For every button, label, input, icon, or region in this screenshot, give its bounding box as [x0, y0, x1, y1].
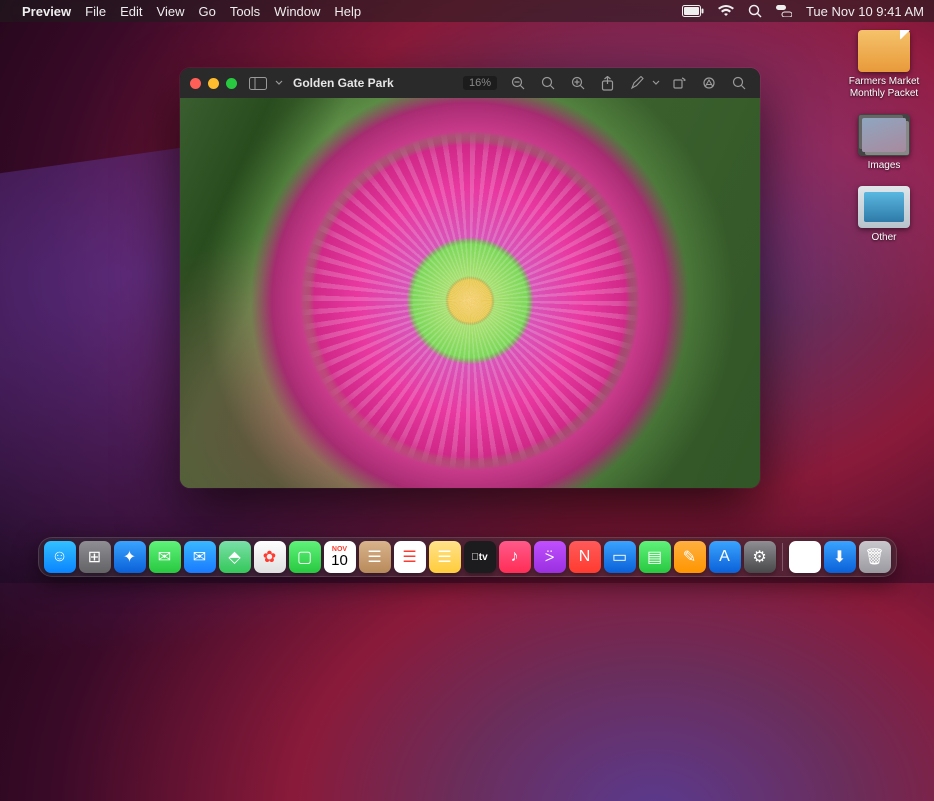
app-glyph: ⬘: [228, 547, 240, 567]
share-icon[interactable]: [597, 74, 618, 93]
app-glyph: N: [579, 548, 591, 566]
menu-tools[interactable]: Tools: [230, 4, 260, 19]
app-glyph: ☰: [437, 547, 451, 567]
dock: ☺ ⊞ ✦ ✉ ✉ ⬘ ✿ ▢ NOV10 ☰ ☰ ☰ tv ♪ ⍩ N ▭ ▤ ✎ A ⚙ 🖼 ⬇ 🗑: [38, 537, 897, 577]
zoom-in-icon[interactable]: [567, 74, 589, 92]
menu-window[interactable]: Window: [274, 4, 320, 19]
menu-go[interactable]: Go: [198, 4, 215, 19]
traffic-lights: [190, 78, 237, 89]
dock-app-numbers[interactable]: ▤: [639, 541, 671, 573]
tv-glyph: tv: [471, 552, 487, 563]
menubar: Preview File Edit View Go Tools Window H…: [0, 0, 934, 22]
dock-app-pages[interactable]: ✎: [674, 541, 706, 573]
spotlight-icon[interactable]: [748, 4, 762, 18]
app-glyph: ▭: [612, 547, 627, 567]
preview-window: Golden Gate Park 16%: [180, 68, 760, 488]
dock-app-facetime[interactable]: ▢: [289, 541, 321, 573]
app-glyph: ✎: [683, 547, 696, 567]
image-viewport[interactable]: [180, 98, 760, 488]
menu-file[interactable]: File: [85, 4, 106, 19]
app-glyph: ✉: [193, 547, 206, 567]
image-content: [180, 98, 760, 488]
dock-app-reminders[interactable]: ☰: [394, 541, 426, 573]
calendar-day: 10: [331, 553, 348, 568]
app-glyph: ♪: [511, 548, 519, 566]
app-glyph: ⊞: [88, 547, 101, 567]
dock-app-launchpad[interactable]: ⊞: [79, 541, 111, 573]
app-glyph: 🗑: [864, 547, 884, 567]
image-icon: [858, 186, 910, 228]
markup-icon[interactable]: [626, 74, 648, 92]
zoom-level[interactable]: 16%: [463, 76, 497, 90]
desktop-icons: Farmers Market Monthly Packet Images Oth…: [844, 30, 924, 258]
app-glyph: ⚙: [752, 547, 766, 567]
highlight-icon[interactable]: [698, 74, 720, 92]
dock-app-keynote[interactable]: ▭: [604, 541, 636, 573]
window-title: Golden Gate Park: [293, 76, 394, 90]
window-close-button[interactable]: [190, 78, 201, 89]
dock-separator: [782, 543, 783, 571]
dock-app-trash[interactable]: 🗑: [859, 541, 891, 573]
dock-app-preview[interactable]: 🖼: [789, 541, 821, 573]
app-glyph: ⬇: [833, 547, 846, 567]
sidebar-icon[interactable]: [245, 75, 271, 92]
dock-app-app-store[interactable]: A: [709, 541, 741, 573]
app-glyph: A: [719, 548, 730, 566]
app-glyph: ▤: [647, 547, 662, 567]
dock-app-podcasts[interactable]: ⍩: [534, 541, 566, 573]
document-icon: [858, 30, 910, 72]
app-glyph: ☰: [367, 547, 381, 567]
dock-app-music[interactable]: ♪: [499, 541, 531, 573]
dock-app-downloads[interactable]: ⬇: [824, 541, 856, 573]
app-glyph: ☺: [51, 548, 67, 566]
markup-menu-icon[interactable]: [652, 79, 660, 87]
app-glyph: ✦: [123, 547, 136, 567]
dock-app-calendar[interactable]: NOV10: [324, 541, 356, 573]
zoom-actual-icon[interactable]: [537, 74, 559, 92]
dock-app-mail[interactable]: ✉: [184, 541, 216, 573]
dock-app-finder[interactable]: ☺: [44, 541, 76, 573]
dock-app-contacts[interactable]: ☰: [359, 541, 391, 573]
menu-view[interactable]: View: [157, 4, 185, 19]
desktop-item-other[interactable]: Other: [844, 186, 924, 244]
desktop-item-label: Farmers Market Monthly Packet: [844, 76, 924, 100]
menu-edit[interactable]: Edit: [120, 4, 142, 19]
dock-app-news[interactable]: N: [569, 541, 601, 573]
dock-app-safari[interactable]: ✦: [114, 541, 146, 573]
stack-icon: [858, 114, 910, 156]
chevron-down-icon[interactable]: [275, 79, 283, 87]
dock-app-photos[interactable]: ✿: [254, 541, 286, 573]
battery-icon[interactable]: [682, 5, 704, 17]
app-glyph: ▢: [297, 547, 312, 567]
menubar-clock[interactable]: Tue Nov 10 9:41 AM: [806, 4, 924, 19]
desktop-item-images[interactable]: Images: [844, 114, 924, 172]
app-glyph: 🖼: [794, 547, 814, 567]
dock-app-system-preferences[interactable]: ⚙: [744, 541, 776, 573]
app-glyph: ✿: [263, 547, 276, 567]
window-fullscreen-button[interactable]: [226, 78, 237, 89]
window-minimize-button[interactable]: [208, 78, 219, 89]
search-icon[interactable]: [728, 74, 750, 92]
rotate-icon[interactable]: [668, 74, 690, 92]
dock-app-notes[interactable]: ☰: [429, 541, 461, 573]
desktop-item-farmers-market[interactable]: Farmers Market Monthly Packet: [844, 30, 924, 100]
wifi-icon[interactable]: [718, 5, 734, 17]
app-menu[interactable]: Preview: [22, 4, 71, 19]
dock-app-messages[interactable]: ✉: [149, 541, 181, 573]
window-titlebar[interactable]: Golden Gate Park 16%: [180, 68, 760, 98]
dock-app-tv[interactable]: tv: [464, 541, 496, 573]
app-glyph: ✉: [158, 547, 171, 567]
dock-app-maps[interactable]: ⬘: [219, 541, 251, 573]
menu-help[interactable]: Help: [334, 4, 361, 19]
app-glyph: ⍩: [545, 548, 555, 566]
desktop-item-label: Other: [871, 232, 896, 244]
app-glyph: ☰: [402, 547, 416, 567]
dock-container: ☺ ⊞ ✦ ✉ ✉ ⬘ ✿ ▢ NOV10 ☰ ☰ ☰ tv ♪ ⍩ N ▭ ▤ ✎ A ⚙ 🖼 ⬇ 🗑: [0, 537, 934, 577]
zoom-out-icon[interactable]: [507, 74, 529, 92]
control-center-icon[interactable]: [776, 5, 792, 17]
desktop-item-label: Images: [868, 160, 901, 172]
